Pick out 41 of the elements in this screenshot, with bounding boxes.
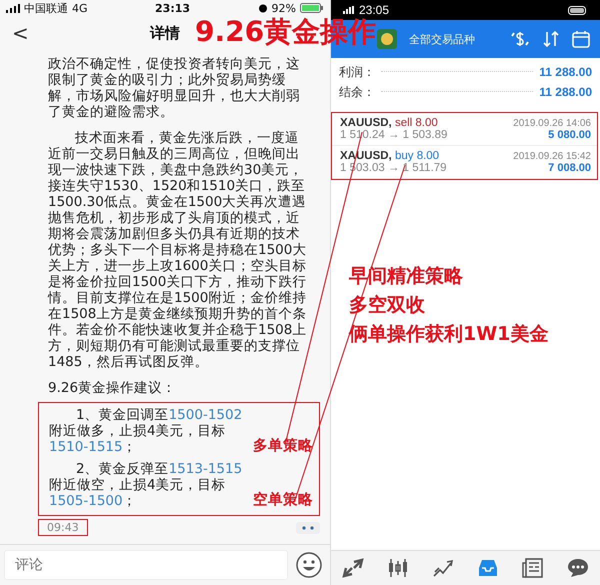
back-button[interactable]: < [0,21,41,45]
trade-date: 2019.09.26 15:42 [513,151,591,162]
annotation-label: 多单策略 [253,438,313,455]
signal-icon [343,6,355,14]
advice-text: 1、黄金回调至1500-1502 附近做多，止损4美元，目标 1510-1515； [49,407,244,455]
advice-text: 2、黄金反弹至1513-1515 附近做空，止损4美元，目标 1505-1500； [49,461,244,509]
app-logo-icon [377,29,397,49]
quotes-tab-icon[interactable] [340,556,366,580]
header-subtitle: 全部交易品种 [409,32,475,46]
trade-title[interactable]: XAUUSD, sell 8.00 [340,117,438,129]
sort-icon[interactable] [542,30,560,48]
article-paragraph: 技术面来看，黄金先涨后跌，一度逼近前一交易日触及的三周高位，但晚间出现一波快速下跌，美盘中急跌约30美元，接连失守1530、1520和1510关口，跌至1500.30低点。黄金在1500大关再次遭遇抛售危机，初步形成了头肩顶的模式，近期将会震荡加剧但多头仍具有近期的技术优势；多头下一个目标将是持稳在1500大关上方，进一步上攻1600关口；空头目标是将金价拉回1500关口下方，推动下跌行情。目前支撑位在是1500附近；金价维持在1508上方是黄金继续预期升势的首个条件。若金价不能快速收复并企稳于1508上方，则短期仍有可能测试最重要的支撑位1485，然后再试图反弹。 [48,130,308,370]
battery-percent: 92% [272,2,296,14]
page-title: 详情 [150,24,180,42]
annotation-label: 早间精准策略 [349,264,464,289]
post-time: 09:43 [38,519,88,536]
comment-field[interactable]: 评论 [4,550,288,580]
network-type: 4G [72,2,88,14]
more-button[interactable] [296,522,320,534]
trade-profit: 5 080.00 [548,129,591,141]
battery-icon [568,6,588,14]
status-time: 23:05 [359,3,390,17]
status-time: 23:13 [155,2,190,14]
annotation-label: 空单策略 [253,492,313,509]
trade-profit: 7 008.00 [548,162,591,174]
summary-value: 11 288.00 [539,65,592,79]
summary-label: 利润： [339,64,375,80]
summary-label: 结余： [339,84,375,100]
battery-icon [300,3,324,13]
article-paragraph: 政治不确定性，促使投资者转向美元，这限制了黄金的吸引力；此外贸易局势缓解，市场风险偏好明显回升，也大大削弱了黄金的避险需求。 [48,56,301,120]
summary-value: 11 288.00 [539,85,592,99]
signal-icon [6,4,20,12]
article-paragraph: 9.26黄金操作建议： [48,380,178,396]
calendar-icon[interactable] [572,30,590,48]
annotation-label: 俩单操作获利1W1美金 [349,322,550,347]
news-tab-icon[interactable] [520,556,546,580]
trade-date: 2019.09.26 14:06 [513,118,591,129]
dots-icon [302,526,314,530]
currency-swap-icon[interactable] [510,30,530,48]
smiley-icon[interactable] [296,552,322,578]
carrier-name: 中国联通 [24,0,68,16]
